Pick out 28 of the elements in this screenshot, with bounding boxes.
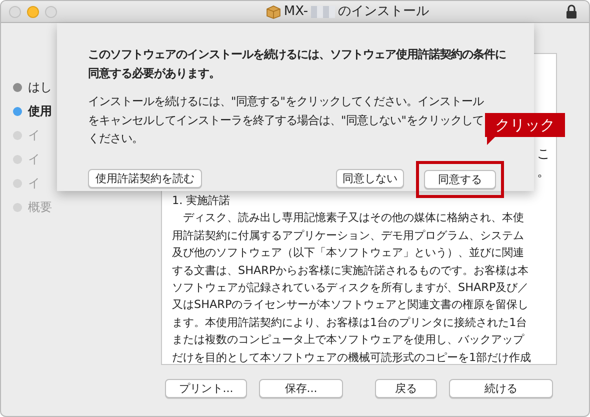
step-label: 概要 xyxy=(28,199,52,216)
close-button[interactable] xyxy=(9,6,21,18)
step-label: 使用 xyxy=(28,103,52,120)
continue-button[interactable]: 続ける xyxy=(449,379,553,398)
section-heading: 1. 実施許諾 xyxy=(172,193,232,209)
read-license-button[interactable]: 使用許諾契約を読む xyxy=(88,168,202,188)
disagree-button[interactable]: 同意しない xyxy=(336,168,404,188)
zoom-button[interactable] xyxy=(45,6,57,18)
agree-button[interactable]: 同意する xyxy=(424,170,496,188)
redacted-text xyxy=(311,6,336,18)
step-label: イ xyxy=(28,151,40,168)
print-button[interactable]: プリント... xyxy=(165,379,247,398)
step-label: イ xyxy=(28,175,40,192)
license-paragraph: ディスク、読み出し専用記憶素子又はその他の媒体に格納され、本使 用許諾契約に付属するアプリケーション、デモ用プログラム、システム 及び他のソフトウェア（以下「本ソフトウェア」という）、並びに関連 する文書は、SHARPからお客様に実施許諾されるものです。お客様は本 ソフトウェアが記録されているディスクを所有しますが、SHARP及び／ 又はSHARPのライセンサーが本ソフトウェアと関連文書の権原を留保し ます。本使用許諾契約により、お客様は1台のプリンタに接続された1台 または複数のコンピュータ上で本ソフトウェアを使用し、バックアップ だけを目的として本ソフトウェアの機械可読形式のコピーを1部だけ作成 xyxy=(172,210,532,364)
text-fragment: 。 xyxy=(537,164,550,181)
sheet-info-text: インストールを続けるには、"同意する"をクリックしてください。インストールをキャンセルしてインストーラを終了する場合は、"同意しない"をクリックしてください。 xyxy=(88,94,484,147)
back-button[interactable]: 戻る xyxy=(375,379,437,398)
lock-icon[interactable] xyxy=(566,4,577,19)
window-title: のインストール xyxy=(338,2,430,21)
step-label: はし xyxy=(28,79,52,96)
sheet-message: このソフトウェアのインストールを続けるには、ソフトウェア使用許諾契約の条件に同意する必要があります。 xyxy=(88,47,507,82)
package-icon xyxy=(266,4,281,18)
step-label: イ xyxy=(28,127,40,144)
callout-label: クリック xyxy=(485,113,565,137)
save-button[interactable]: 保存... xyxy=(259,379,343,398)
text-fragment: こ xyxy=(537,146,550,163)
window-title: MX- xyxy=(284,2,308,21)
minimize-button[interactable] xyxy=(27,6,39,18)
